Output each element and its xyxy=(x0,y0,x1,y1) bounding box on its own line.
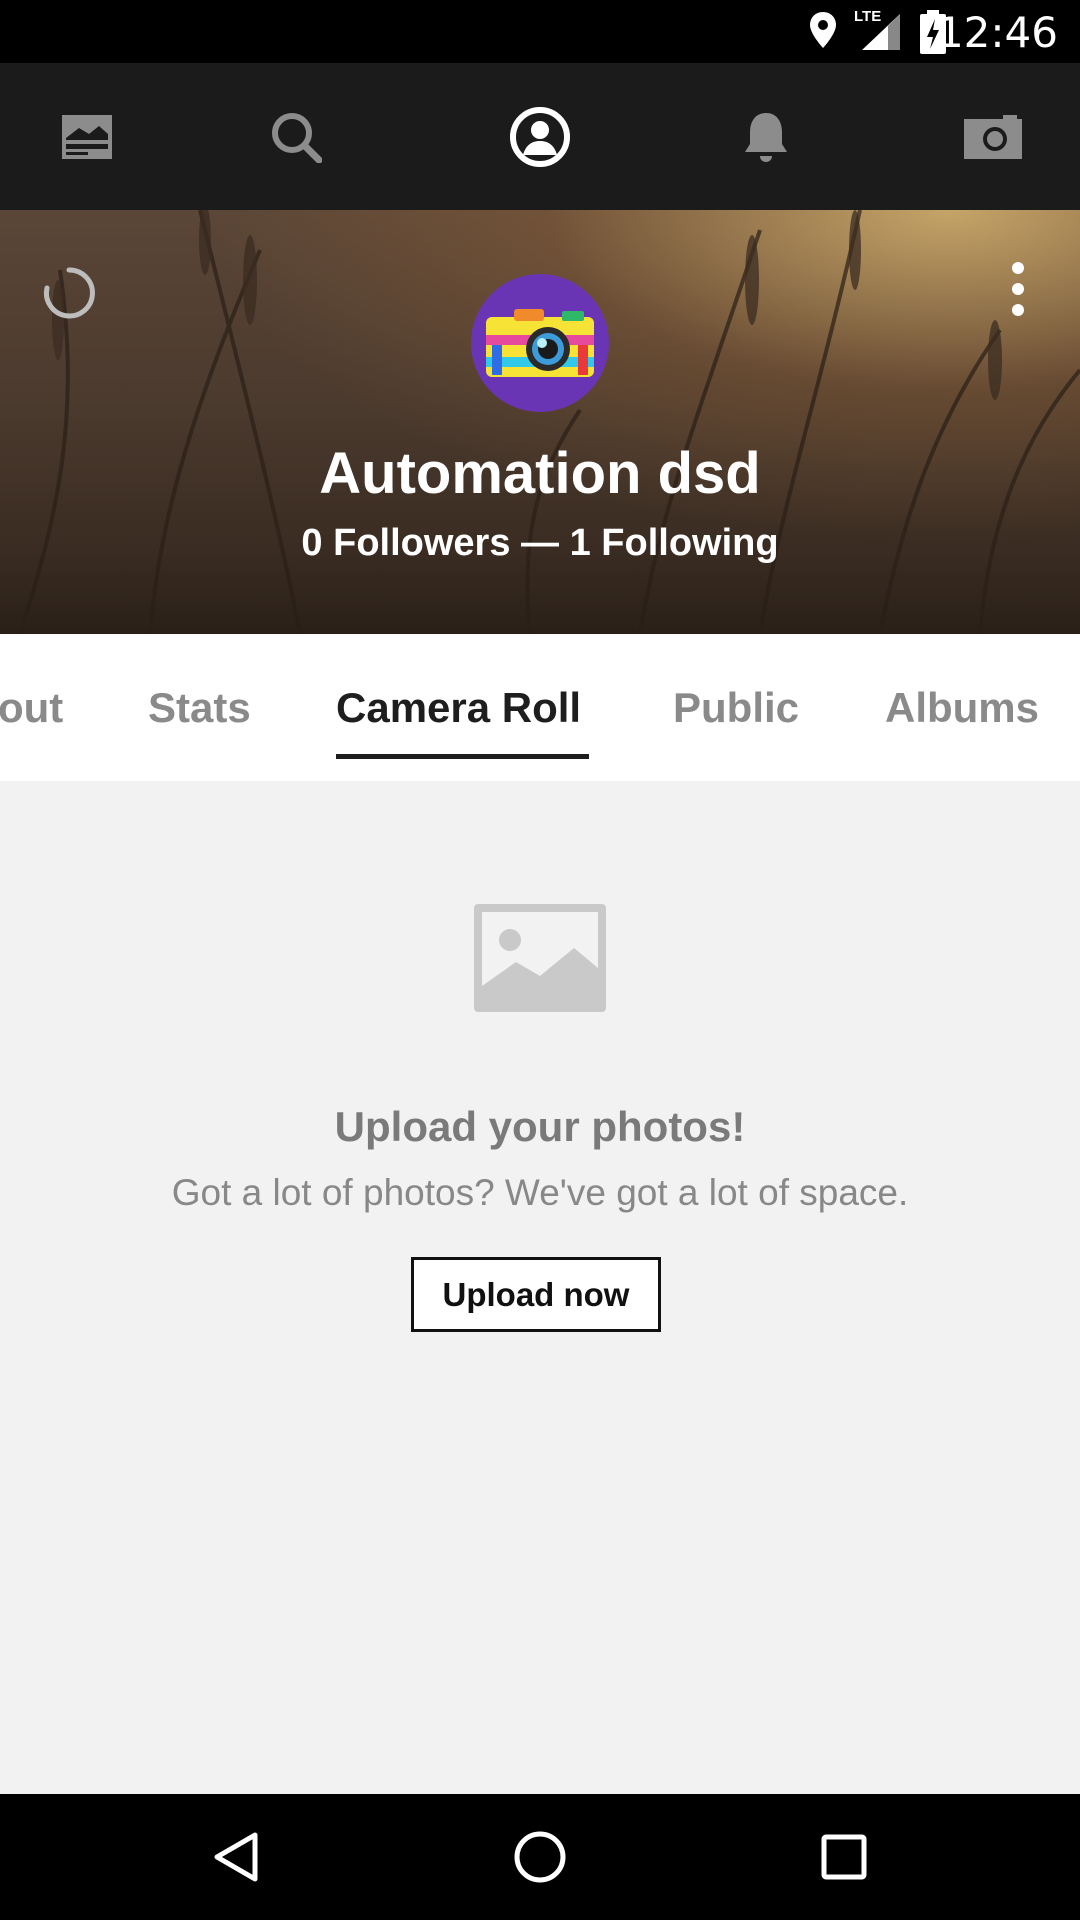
avatar[interactable] xyxy=(471,274,609,412)
profile-tabs: out Stats Camera Roll Public Albums xyxy=(0,634,1080,781)
signal-icon: LTE xyxy=(852,8,902,52)
back-icon xyxy=(214,1832,258,1882)
tab-stats[interactable]: Stats xyxy=(148,684,251,732)
tab-camera-roll[interactable]: Camera Roll xyxy=(336,684,581,732)
system-nav-bar xyxy=(0,1794,1080,1920)
back-button[interactable] xyxy=(176,1794,296,1920)
profile-name: Automation dsd xyxy=(319,441,761,506)
tab-albums[interactable]: Albums xyxy=(885,684,1039,732)
empty-state-title: Upload your photos! xyxy=(334,1103,746,1150)
image-placeholder-icon xyxy=(474,904,606,1012)
profile-icon xyxy=(510,106,570,167)
nav-profile-button[interactable] xyxy=(480,63,600,210)
home-button[interactable] xyxy=(480,1794,600,1920)
nav-feed-button[interactable] xyxy=(27,63,147,210)
camera-roll-empty-state: Upload your photos! Got a lot of photos?… xyxy=(0,781,1080,1794)
nav-camera-button[interactable] xyxy=(933,63,1053,210)
more-options-button[interactable] xyxy=(1012,262,1024,321)
tab-public[interactable]: Public xyxy=(673,684,799,732)
home-icon xyxy=(514,1831,566,1883)
empty-state-subtitle: Got a lot of photos? We've got a lot of … xyxy=(171,1172,909,1213)
nav-notifications-button[interactable] xyxy=(706,63,826,210)
status-bar: LTE 12:46 xyxy=(0,0,1080,63)
more-vertical-icon xyxy=(1012,262,1024,316)
location-icon xyxy=(810,12,836,48)
status-time: 12:46 xyxy=(936,8,1058,57)
recents-button[interactable] xyxy=(784,1794,904,1920)
feed-icon xyxy=(62,114,112,159)
active-tab-indicator xyxy=(336,754,589,759)
upload-now-button[interactable]: Upload now xyxy=(411,1257,661,1332)
tab-about[interactable]: out xyxy=(0,684,63,732)
search-icon xyxy=(272,112,322,163)
app-nav-bar xyxy=(0,63,1080,210)
loading-spinner-icon xyxy=(43,267,95,319)
camera-avatar-icon xyxy=(486,309,594,377)
bell-icon xyxy=(745,112,787,162)
profile-header: Automation dsd 0 Followers — 1 Following xyxy=(0,210,1080,634)
nav-search-button[interactable] xyxy=(236,63,356,210)
camera-icon xyxy=(964,114,1022,159)
followers-following-count[interactable]: 0 Followers — 1 Following xyxy=(0,522,1080,565)
recents-icon xyxy=(821,1834,867,1880)
